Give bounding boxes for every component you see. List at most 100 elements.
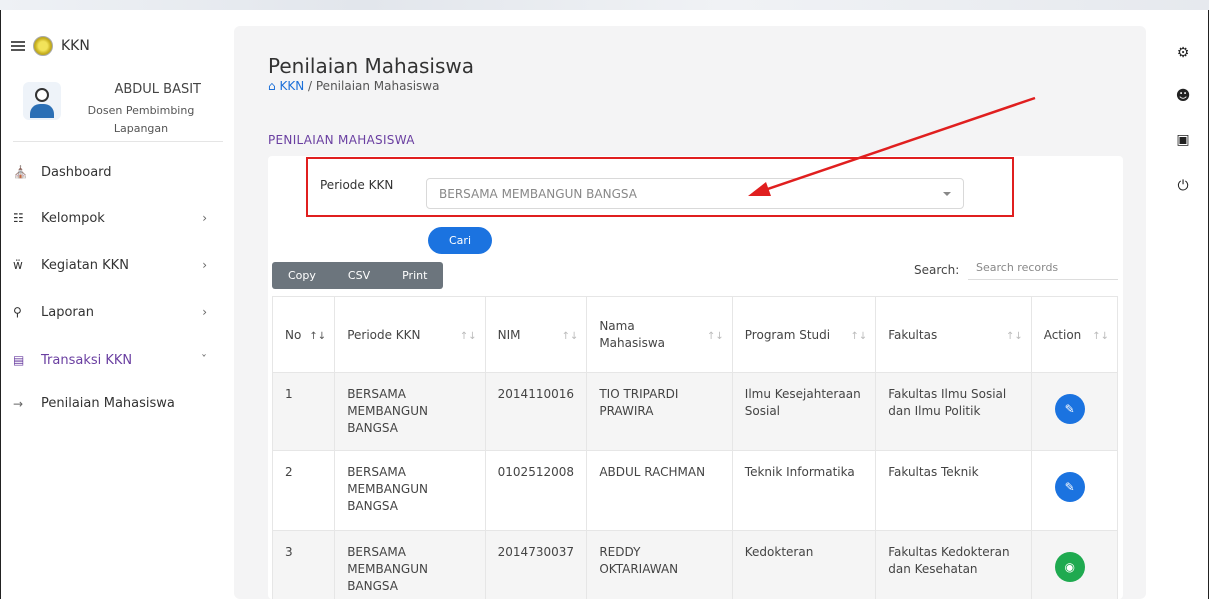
- cell-periode: BERSAMA MEMBANGUN BANGSA: [334, 450, 486, 531]
- transaction-icon: ▤: [13, 353, 25, 367]
- page-title: Penilaian Mahasiswa: [268, 54, 474, 78]
- sidebar-subitem-penilaian[interactable]: → Penilaian Mahasiswa: [13, 396, 175, 411]
- column-header-label: No: [285, 327, 302, 342]
- home-icon[interactable]: ⌂: [268, 79, 276, 93]
- sidebar: KKN ABDUL BASIT Dosen Pembimbing Lapanga…: [1, 10, 223, 599]
- table-row: 2 BERSAMA MEMBANGUN BANGSA 0102512008 AB…: [271, 450, 1119, 531]
- report-icon: ⚲: [13, 305, 22, 319]
- sort-icon: ↑↓: [309, 331, 327, 342]
- main-panel: Penilaian Mahasiswa ⌂ KKN / Penilaian Ma…: [234, 26, 1146, 599]
- breadcrumb-separator: /: [308, 79, 313, 93]
- home-icon: ⛪: [13, 165, 28, 179]
- sort-icon: ↑↓: [850, 331, 868, 342]
- user-icon[interactable]: ☻: [1175, 88, 1191, 104]
- sidebar-item-transaksi[interactable]: ▤ Transaksi KKN ˇ: [13, 348, 213, 372]
- column-header-action[interactable]: Action ↑↓: [1030, 296, 1119, 373]
- column-header-nama[interactable]: Nama Mahasiswa ↑↓: [586, 296, 733, 373]
- gear-icon[interactable]: ⚙: [1175, 45, 1191, 61]
- column-header-label: Program Studi: [744, 327, 831, 342]
- edit-button[interactable]: ✎: [1054, 472, 1085, 502]
- breadcrumb: ⌂ KKN / Penilaian Mahasiswa: [268, 79, 439, 93]
- search-button[interactable]: Cari: [428, 227, 492, 254]
- university-logo: [33, 36, 53, 56]
- sidebar-item-label: Dashboard: [41, 164, 112, 180]
- sidebar-subitem-label: Penilaian Mahasiswa: [41, 396, 175, 411]
- arrow-right-icon: →: [13, 396, 24, 411]
- sort-icon: ↑↓: [1092, 331, 1109, 342]
- user-panel: ABDUL BASIT Dosen Pembimbing Lapangan: [13, 70, 223, 142]
- periode-select-value: BERSAMA MEMBANGUN BANGSA: [439, 187, 637, 201]
- column-header-label: Fakultas: [888, 327, 938, 342]
- chevron-right-icon: ›: [202, 211, 207, 225]
- cell-prodi: Kedokteran: [731, 530, 877, 599]
- cell-action: ✎: [1030, 372, 1119, 451]
- sidebar-item-label: Kegiatan KKN: [41, 257, 129, 273]
- view-button[interactable]: ◉: [1054, 552, 1085, 582]
- cell-nim: 2014110016: [484, 372, 588, 451]
- cell-no: 2: [271, 450, 336, 531]
- cell-periode: BERSAMA MEMBANGUN BANGSA: [334, 372, 486, 451]
- cell-nama: TIO TRIPARDI PRAWIRA: [586, 372, 733, 451]
- brand: KKN: [11, 36, 90, 56]
- column-header-no[interactable]: No ↑↓: [271, 296, 336, 373]
- sidebar-item-label: Transaksi KKN: [41, 352, 133, 368]
- column-header-label: Action: [1043, 327, 1082, 342]
- cell-fakultas: Fakultas Teknik: [875, 450, 1032, 531]
- sidebar-item-kegiatan[interactable]: ẅ Kegiatan KKN ›: [13, 253, 213, 277]
- chevron-right-icon: ›: [202, 258, 207, 272]
- chevron-down-icon: ˇ: [201, 353, 207, 367]
- export-button-group: Copy CSV Print: [272, 262, 444, 289]
- sort-icon: ↑↓: [707, 331, 724, 342]
- caret-down-icon: [943, 192, 951, 196]
- power-icon[interactable]: ⏻: [1175, 178, 1191, 194]
- activity-icon: ẅ: [13, 258, 23, 272]
- column-header-prodi[interactable]: Program Studi ↑↓: [731, 296, 877, 373]
- content-card: Periode KKN BERSAMA MEMBANGUN BANGSA Car…: [268, 156, 1123, 599]
- chevron-right-icon: ›: [202, 305, 207, 319]
- students-table: No ↑↓ Periode KKN ↑↓ NIM ↑↓ Nama Mahasiswa ↑…: [271, 296, 1119, 599]
- cell-no: 3: [271, 530, 336, 599]
- cell-no: 1: [271, 372, 336, 451]
- cell-nim: 0102512008: [484, 450, 588, 531]
- cell-nim: 2014730037: [484, 530, 588, 599]
- periode-label: Periode KKN: [320, 178, 394, 192]
- cell-action: ✎: [1030, 450, 1119, 531]
- cell-prodi: Teknik Informatika: [731, 450, 877, 531]
- user-name: ABDUL BASIT: [114, 82, 201, 97]
- edit-button[interactable]: ✎: [1054, 394, 1085, 424]
- sidebar-item-label: Kelompok: [41, 210, 105, 226]
- menu-toggle-icon[interactable]: [11, 41, 25, 51]
- print-button[interactable]: Print: [386, 262, 443, 289]
- group-icon: ☷: [13, 211, 24, 225]
- table-header-row: No ↑↓ Periode KKN ↑↓ NIM ↑↓ Nama Mahasiswa ↑…: [271, 296, 1119, 373]
- sort-icon: ↑↓: [459, 331, 477, 342]
- cell-nama: ABDUL RACHMAN: [586, 450, 733, 531]
- breadcrumb-current: Penilaian Mahasiswa: [315, 79, 440, 93]
- column-header-periode[interactable]: Periode KKN ↑↓: [334, 296, 486, 373]
- pencil-icon: ✎: [1064, 479, 1075, 494]
- lock-icon[interactable]: ▣: [1175, 132, 1191, 148]
- section-title: PENILAIAN MAHASISWA: [268, 133, 415, 147]
- column-header-fakultas[interactable]: Fakultas ↑↓: [875, 296, 1032, 373]
- copy-button[interactable]: Copy: [272, 262, 332, 289]
- cell-fakultas: Fakultas Kedokteran dan Kesehatan: [875, 530, 1032, 599]
- sidebar-item-kelompok[interactable]: ☷ Kelompok ›: [13, 206, 213, 230]
- sidebar-item-dashboard[interactable]: ⛪ Dashboard: [13, 160, 213, 184]
- sidebar-item-laporan[interactable]: ⚲ Laporan ›: [13, 300, 213, 324]
- avatar: [23, 82, 61, 120]
- breadcrumb-root[interactable]: KKN: [279, 79, 304, 93]
- table-row: 3 BERSAMA MEMBANGUN BANGSA 2014730037 RE…: [271, 530, 1119, 599]
- sidebar-item-label: Laporan: [41, 304, 94, 320]
- periode-select[interactable]: BERSAMA MEMBANGUN BANGSA: [426, 178, 964, 209]
- eye-icon: ◉: [1064, 559, 1075, 574]
- cell-action: ◉: [1030, 530, 1119, 599]
- csv-button[interactable]: CSV: [332, 262, 386, 289]
- column-header-label: NIM: [497, 327, 521, 342]
- cell-fakultas: Fakultas Ilmu Sosial dan Ilmu Politik: [875, 372, 1032, 451]
- column-header-label: Nama Mahasiswa: [599, 318, 665, 350]
- cell-periode: BERSAMA MEMBANGUN BANGSA: [334, 530, 486, 599]
- column-header-nim[interactable]: NIM ↑↓: [484, 296, 588, 373]
- sort-icon: ↑↓: [561, 331, 579, 342]
- search-input[interactable]: [968, 256, 1118, 280]
- cell-prodi: Ilmu Kesejahteraan Sosial: [731, 372, 877, 451]
